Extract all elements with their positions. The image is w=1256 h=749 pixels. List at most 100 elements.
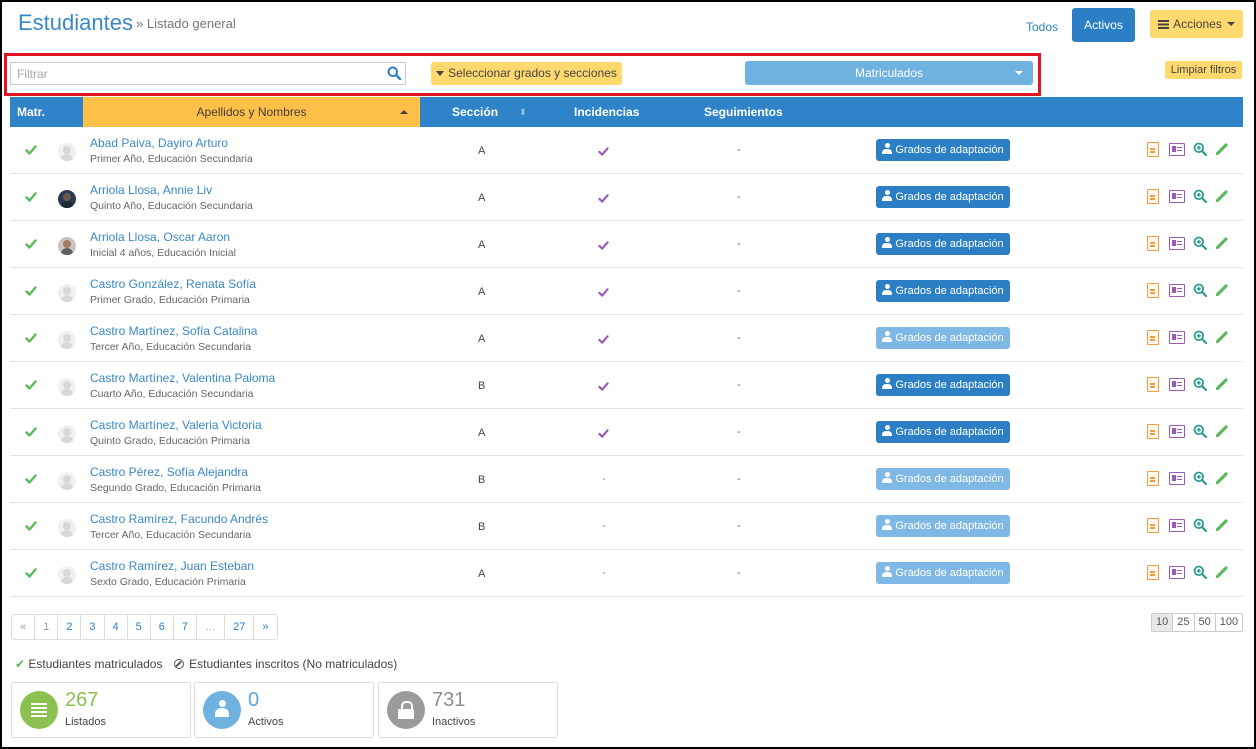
id-card-icon[interactable]	[1169, 331, 1185, 344]
page-7[interactable]: 7	[172, 615, 196, 639]
status-select[interactable]: Matriculados	[745, 61, 1033, 85]
zoom-icon[interactable]	[1193, 283, 1207, 297]
id-card-icon[interactable]	[1169, 143, 1185, 156]
document-icon[interactable]	[1147, 236, 1159, 251]
pencil-icon[interactable]	[1215, 565, 1229, 579]
id-card-icon[interactable]	[1169, 378, 1185, 391]
adaptation-button[interactable]: Grados de adaptación	[876, 186, 1010, 208]
document-icon[interactable]	[1147, 189, 1159, 204]
column-followups[interactable]: Seguimientos	[704, 97, 783, 127]
pencil-icon[interactable]	[1215, 236, 1229, 250]
id-card-icon[interactable]	[1169, 425, 1185, 438]
todos-button[interactable]: Todos	[1018, 12, 1066, 42]
adaptation-button[interactable]: Grados de adaptación	[876, 233, 1010, 255]
pencil-icon[interactable]	[1215, 283, 1229, 297]
document-icon[interactable]	[1147, 330, 1159, 345]
id-card-icon[interactable]	[1169, 284, 1185, 297]
search-input[interactable]	[10, 62, 406, 85]
zoom-icon[interactable]	[1193, 565, 1207, 579]
column-section[interactable]: Sección	[452, 97, 498, 127]
page-4[interactable]: 4	[103, 615, 127, 639]
activos-button[interactable]: Activos	[1072, 8, 1135, 42]
enrolled-check-icon	[25, 192, 37, 202]
student-name-link[interactable]: Castro Ramírez, Facundo Andrés	[90, 512, 268, 526]
document-icon[interactable]	[1147, 377, 1159, 392]
clear-filters-button[interactable]: Limpiar filtros	[1165, 61, 1242, 79]
student-name-link[interactable]: Abad Paiva, Dayiro Arturo	[90, 136, 228, 150]
student-name-link[interactable]: Castro González, Renata Sofía	[90, 277, 256, 291]
document-icon[interactable]	[1147, 424, 1159, 439]
list-icon	[1158, 20, 1170, 29]
adaptation-button[interactable]: Grados de adaptación	[876, 327, 1010, 349]
select-grades-button[interactable]: Seleccionar grados y secciones	[431, 62, 622, 85]
per-page-50[interactable]: 50	[1193, 614, 1215, 631]
enrolled-check-icon	[25, 474, 37, 484]
id-card-icon[interactable]	[1169, 237, 1185, 250]
zoom-icon[interactable]	[1193, 189, 1207, 203]
student-grade: Sexto Grado, Educación Primaria	[90, 576, 246, 588]
page-5[interactable]: 5	[126, 615, 150, 639]
adaptation-button[interactable]: Grados de adaptación	[876, 562, 1010, 584]
acciones-button[interactable]: Acciones	[1150, 10, 1243, 38]
zoom-icon[interactable]	[1193, 142, 1207, 156]
pencil-icon[interactable]	[1215, 330, 1229, 344]
student-section: A	[478, 192, 486, 204]
id-card-icon[interactable]	[1169, 566, 1185, 579]
id-card-icon[interactable]	[1169, 519, 1185, 532]
document-icon[interactable]	[1147, 142, 1159, 157]
document-icon[interactable]	[1147, 518, 1159, 533]
table-row: Castro Ramírez, Facundo Andrés Tercer Año…	[10, 503, 1243, 550]
zoom-icon[interactable]	[1193, 424, 1207, 438]
adaptation-label: Grados de adaptación	[895, 332, 1004, 344]
student-name-link[interactable]: Arriola Llosa, Annie Liv	[90, 183, 212, 197]
per-page-25[interactable]: 25	[1172, 614, 1194, 631]
zoom-icon[interactable]	[1193, 471, 1207, 485]
adaptation-button[interactable]: Grados de adaptación	[876, 515, 1010, 537]
column-incidents[interactable]: Incidencias	[574, 97, 639, 127]
student-name-link[interactable]: Castro Martínez, Valentina Paloma	[90, 371, 275, 385]
adaptation-button[interactable]: Grados de adaptación	[876, 280, 1010, 302]
zoom-icon[interactable]	[1193, 330, 1207, 344]
document-icon[interactable]	[1147, 565, 1159, 580]
student-name-link[interactable]: Castro Ramírez, Juan Esteban	[90, 559, 254, 573]
page-next[interactable]: »	[253, 615, 276, 639]
search-icon[interactable]	[387, 66, 401, 80]
student-grade: Primer Grado, Educación Primaria	[90, 294, 250, 306]
adaptation-button[interactable]: Grados de adaptación	[876, 421, 1010, 443]
enrolled-check-icon	[25, 286, 37, 296]
pencil-icon[interactable]	[1215, 424, 1229, 438]
pencil-icon[interactable]	[1215, 518, 1229, 532]
document-icon[interactable]	[1147, 471, 1159, 486]
column-name[interactable]: Apellidos y Nombres	[83, 97, 420, 127]
page-3[interactable]: 3	[80, 615, 103, 639]
page-last[interactable]: 27	[224, 615, 253, 639]
page-1[interactable]: 1	[34, 615, 57, 639]
student-name-link[interactable]: Castro Martínez, Valeria Victoria	[90, 418, 262, 432]
student-name-link[interactable]: Castro Pérez, Sofía Alejandra	[90, 465, 248, 479]
pencil-icon[interactable]	[1215, 471, 1229, 485]
page-2[interactable]: 2	[57, 615, 80, 639]
column-matr[interactable]: Matr.	[17, 97, 45, 127]
pencil-icon[interactable]	[1215, 377, 1229, 391]
adaptation-button[interactable]: Grados de adaptación	[876, 139, 1010, 161]
student-name-link[interactable]: Arriola Llosa, Oscar Aaron	[90, 230, 230, 244]
per-page-10[interactable]: 10	[1152, 614, 1173, 631]
enrolled-check-icon	[25, 380, 37, 390]
per-page-100[interactable]: 100	[1214, 614, 1243, 631]
pencil-icon[interactable]	[1215, 189, 1229, 203]
zoom-icon[interactable]	[1193, 236, 1207, 250]
user-icon	[882, 237, 893, 248]
zoom-icon[interactable]	[1193, 377, 1207, 391]
id-card-icon[interactable]	[1169, 472, 1185, 485]
id-card-icon[interactable]	[1169, 190, 1185, 203]
adaptation-button[interactable]: Grados de adaptación	[876, 374, 1010, 396]
zoom-icon[interactable]	[1193, 518, 1207, 532]
document-icon[interactable]	[1147, 283, 1159, 298]
adaptation-button[interactable]: Grados de adaptación	[876, 468, 1010, 490]
page-prev[interactable]: «	[12, 615, 34, 639]
pencil-icon[interactable]	[1215, 142, 1229, 156]
student-name-link[interactable]: Castro Martínez, Sofía Catalina	[90, 324, 257, 338]
page-6[interactable]: 6	[149, 615, 173, 639]
sort-icon[interactable]: ⬍	[519, 97, 527, 127]
table-row: Castro Ramírez, Juan Esteban Sexto Grado,…	[10, 550, 1243, 597]
